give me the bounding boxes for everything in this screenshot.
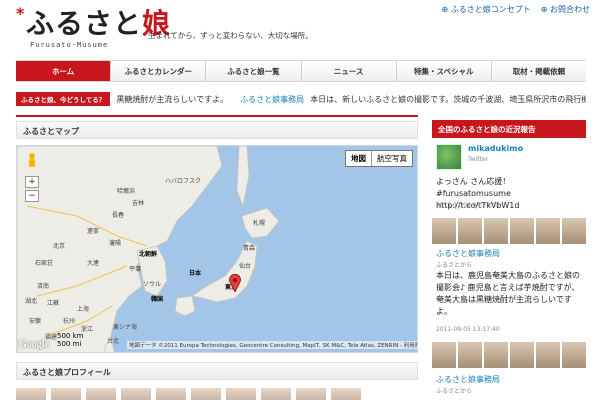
thumbnail[interactable] — [458, 218, 482, 244]
thumbnail[interactable] — [562, 342, 586, 368]
map-label: ハバロフスク — [165, 178, 202, 185]
map-label: 遼寧 — [87, 228, 100, 235]
map-marker-icon[interactable] — [229, 274, 241, 292]
thumbnail[interactable] — [562, 218, 586, 244]
entry-date: 2011-09-05 13:17:40 — [436, 326, 500, 333]
map-label: ソウル — [143, 281, 162, 288]
entry-date: 2011-11-08 04:23:05 — [436, 202, 500, 209]
map-type-map-button[interactable]: 地図 — [346, 151, 372, 166]
entry-author-link[interactable]: ふるさと娘事務局 — [436, 248, 500, 259]
nav-musume-list[interactable]: ふるさと娘一覧 — [206, 61, 302, 81]
google-map[interactable]: + − 地図 航空写真 ハバロフスク 哈爾浜 吉林 長春 遼寧 北朝鮮 瀋陽 平… — [16, 145, 418, 353]
profile-photo[interactable] — [296, 388, 326, 400]
status-ticker: ふるさと娘、今どうしてる？ 黒糖焼酎が主流らしいですよ。 ふるさと娘事務局 本日… — [16, 92, 586, 106]
main-nav: ホーム ふるさとカレンダー ふるさと娘一覧 ニュース 特集・スペシャル 取材・掲… — [16, 60, 586, 82]
sidebar-entry: ふるさと娘事務局 ふるさとから 本日は、鹿児島奄美大島のふるさと娘の撮影会♪ 鹿… — [432, 218, 586, 338]
nav-press[interactable]: 取材・掲載依頼 — [492, 61, 586, 81]
entry-text: 本日は、鹿児島奄美大島のふるさと娘の撮影会♪ 鹿児島と言えば芋焼酎ですが、奄美大… — [436, 271, 580, 316]
map-label: 台北 — [107, 338, 120, 345]
map-label: 日本 — [189, 270, 202, 277]
map-label: 石家荘 — [35, 260, 54, 267]
map-copyright: 地図データ ©2011 Europa Technologies, Geocent… — [127, 341, 417, 349]
thumbnail[interactable] — [484, 218, 508, 244]
thumbnail[interactable] — [432, 342, 456, 368]
nav-calendar[interactable]: ふるさとカレンダー — [111, 61, 207, 81]
zoom-in-button[interactable]: + — [25, 176, 39, 188]
nav-special[interactable]: 特集・スペシャル — [397, 61, 492, 81]
profile-photo[interactable] — [261, 388, 291, 400]
map-label: 北京 — [53, 243, 66, 250]
ticker-author-link[interactable]: ふるさと娘事務局 — [240, 94, 304, 105]
logo-star-icon: * — [16, 4, 25, 23]
thumbnail[interactable] — [458, 342, 482, 368]
profile-photo[interactable] — [156, 388, 186, 400]
nav-home[interactable]: ホーム — [16, 61, 112, 81]
map-label: 瀋陽 — [109, 240, 122, 247]
concept-link[interactable]: ふるさと娘コンセプト — [442, 4, 531, 15]
map-label: 吉林 — [132, 200, 145, 207]
ticker-badge: ふるさと娘、今どうしてる？ — [16, 92, 111, 106]
thumbnail[interactable] — [510, 218, 534, 244]
divider — [16, 115, 418, 117]
profile-photo[interactable] — [16, 388, 46, 400]
entry-author-link[interactable]: ふるさと娘事務局 — [436, 374, 500, 385]
site-logo[interactable]: * ふるさと娘 Furusato-Musume — [16, 4, 170, 52]
map-label: 仙台 — [239, 263, 252, 270]
map-label: 長春 — [112, 212, 125, 219]
map-land-shapes — [17, 146, 280, 352]
map-label: 済南 — [37, 283, 50, 290]
google-logo: Google — [19, 339, 49, 350]
profile-photo[interactable] — [121, 388, 151, 400]
profile-section-title: ふるさと娘プロフィール — [16, 362, 418, 380]
profile-photos — [16, 388, 418, 400]
map-label: 北朝鮮 — [139, 251, 158, 258]
profile-photo[interactable] — [86, 388, 116, 400]
profile-photo[interactable] — [331, 388, 361, 400]
thumbnail[interactable] — [432, 218, 456, 244]
thumbnail[interactable] — [510, 342, 534, 368]
contact-link[interactable]: お問合わせ — [541, 4, 590, 15]
map-label: 湖北 — [25, 298, 38, 305]
map-label: 東シナ海 — [113, 324, 138, 331]
sidebar-entry: mikadukimo Twitter よっさん さん応援！ #furusatom… — [432, 144, 586, 214]
thumbnail[interactable] — [484, 342, 508, 368]
map-label: 大連 — [87, 260, 100, 267]
map-label: 杭州 — [63, 318, 76, 325]
map-label: 上海 — [77, 306, 90, 313]
entry-source: ふるさとから — [436, 388, 473, 395]
thumbnail[interactable] — [536, 218, 560, 244]
map-label: 韓国 — [151, 296, 164, 303]
ticker-text[interactable]: 本日は、新しいふるさと娘の撮影です。茨城の千波湖、埼玉県所沢市の飛行機せんべ — [310, 94, 586, 105]
tagline: 生まれてから、ずっと変わらない、大切な場所。 — [148, 31, 313, 40]
zoom-control: + − — [25, 176, 39, 204]
sidebar-heading: 全国のふるさと娘の近況報告 — [432, 120, 586, 138]
map-type-toggle: 地図 航空写真 — [345, 150, 413, 167]
avatar[interactable] — [436, 144, 462, 170]
top-links: ふるさと娘コンセプト お問合わせ — [442, 4, 590, 15]
map-scale: 500 km 500 mi — [57, 332, 84, 348]
map-label: 哈爾浜 — [117, 188, 136, 195]
map-label: 札幌 — [253, 220, 266, 227]
map-label: 安徽 — [29, 318, 42, 325]
sidebar-entry — [432, 342, 586, 372]
profile-photo[interactable] — [191, 388, 221, 400]
entry-source: ふるさとから — [436, 262, 473, 269]
entry-source: Twitter — [468, 156, 489, 163]
entry-thumbnails — [432, 218, 586, 244]
map-label: 江蘇 — [47, 300, 60, 307]
nav-news[interactable]: ニュース — [302, 61, 397, 81]
logo-subtitle: Furusato-Musume — [30, 41, 109, 49]
zoom-out-button[interactable]: − — [25, 190, 39, 202]
map-label: 青森 — [243, 245, 256, 252]
ticker-text[interactable]: 黒糖焼酎が主流らしいですよ。 — [116, 94, 228, 105]
entry-thumbnails — [432, 342, 586, 368]
entry-author-link[interactable]: mikadukimo — [468, 144, 523, 153]
map-section-title: ふるさとマップ — [16, 121, 418, 139]
map-label: 平壌 — [129, 266, 142, 273]
thumbnail[interactable] — [536, 342, 560, 368]
profile-photo[interactable] — [226, 388, 256, 400]
map-type-satellite-button[interactable]: 航空写真 — [372, 151, 412, 166]
profile-photo[interactable] — [51, 388, 81, 400]
pegman-icon[interactable] — [25, 152, 39, 170]
